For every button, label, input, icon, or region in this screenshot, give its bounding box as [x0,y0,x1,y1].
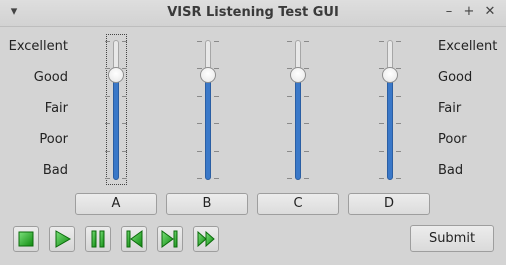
window-title: VISR Listening Test GUI [167,5,339,20]
slider-tick [105,41,110,42]
slider-tick [105,178,110,179]
slider-tick [122,41,127,42]
rating-slider-c[interactable] [287,40,309,182]
skip-back-icon [126,230,143,248]
fast-forward-icon [197,230,215,248]
slider-tick [287,41,292,42]
scale-label-poor: Poor [39,132,68,147]
stop-button[interactable] [13,226,39,252]
slider-tick [105,96,110,97]
stimulus-button-a[interactable]: A [75,193,157,215]
slider-handle[interactable] [108,67,124,83]
scale-label-excellent-right: Excellent [438,39,498,54]
slider-tick [304,96,309,97]
fast-forward-button[interactable] [193,226,219,252]
slider-tick [379,41,384,42]
slider-tick [122,68,127,69]
slider-handle[interactable] [200,67,216,83]
slider-tick [122,151,127,152]
slider-tick [214,123,219,124]
play-button[interactable] [49,226,75,252]
stimulus-button-d[interactable]: D [348,193,430,215]
slider-tick [287,96,292,97]
slider-tick [122,96,127,97]
slider-tick [105,123,110,124]
scale-label-excellent: Excellent [8,39,68,54]
slider-fill [387,75,393,180]
slider-tick [105,151,110,152]
slider-tick [396,68,401,69]
slider-fill [295,75,301,180]
slider-tick [396,151,401,152]
slider-tick [287,178,292,179]
scale-label-fair-right: Fair [438,101,462,116]
pause-button[interactable] [85,226,111,252]
stimulus-button-b[interactable]: B [166,193,248,215]
slider-tick [214,41,219,42]
submit-button[interactable]: Submit [410,225,494,252]
slider-tick [304,41,309,42]
slider-tick [396,123,401,124]
scale-label-good: Good [33,70,68,85]
slider-tick [197,178,202,179]
slider-fill [205,75,211,180]
slider-tick [379,96,384,97]
slider-tick [396,178,401,179]
plus-icon[interactable]: + [461,4,477,20]
main-panel: Excellent Good Fair Poor Bad Excellent G… [0,27,506,265]
play-icon [55,230,71,248]
slider-tick [379,178,384,179]
slider-tick [287,151,292,152]
slider-tick [304,123,309,124]
scale-label-poor-right: Poor [438,132,467,147]
slider-tick [287,123,292,124]
scale-label-bad: Bad [42,163,68,178]
slider-handle[interactable] [290,67,306,83]
slider-tick [197,41,202,42]
scale-label-bad-right: Bad [438,163,464,178]
slider-tick [122,178,127,179]
slider-tick [214,68,219,69]
rating-slider-b[interactable] [197,40,219,182]
slider-tick [214,151,219,152]
slider-tick [304,151,309,152]
slider-handle[interactable] [382,67,398,83]
skip-forward-icon [161,230,178,248]
skip-back-button[interactable] [121,226,147,252]
scale-label-fair: Fair [44,101,68,116]
skip-forward-button[interactable] [157,226,183,252]
slider-tick [304,68,309,69]
rating-slider-d[interactable] [379,40,401,182]
stop-icon [18,231,34,247]
title-bar: ▾ VISR Listening Test GUI – + ✕ [0,0,506,27]
scale-label-good-right: Good [438,70,473,85]
slider-tick [197,151,202,152]
slider-tick [197,123,202,124]
slider-tick [396,96,401,97]
rating-slider-a[interactable] [105,40,127,182]
slider-tick [379,151,384,152]
minimize-icon[interactable]: – [441,4,457,20]
slider-tick [396,41,401,42]
slider-tick [214,178,219,179]
close-icon[interactable]: ✕ [482,4,498,20]
slider-tick [379,123,384,124]
slider-fill [113,75,119,180]
slider-tick [214,96,219,97]
pause-icon [91,230,105,248]
stimulus-button-c[interactable]: C [257,193,339,215]
slider-tick [304,178,309,179]
slider-tick [122,123,127,124]
slider-tick [197,96,202,97]
